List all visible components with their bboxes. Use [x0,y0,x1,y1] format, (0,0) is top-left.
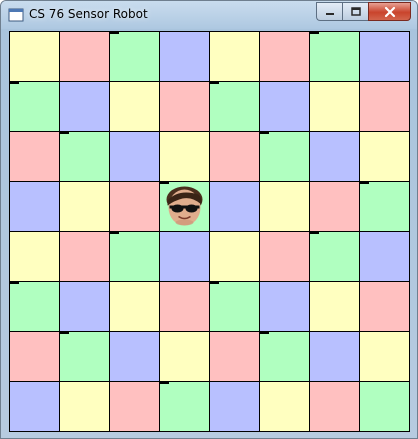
tile-r0-c4[interactable] [209,31,260,82]
tile-r1-c5[interactable] [259,81,310,132]
tile-r3-c5[interactable] [259,181,310,232]
tile-r7-c2[interactable] [109,381,160,432]
tile-r7-c5[interactable] [259,381,310,432]
tile-r5-c4[interactable] [209,281,260,332]
tile-r0-c1[interactable] [59,31,110,82]
tile-r4-c7[interactable] [359,231,410,282]
tile-r4-c0[interactable] [9,231,60,282]
tile-r7-c0[interactable] [9,381,60,432]
tile-r7-c1[interactable] [59,381,110,432]
close-button[interactable] [368,2,411,21]
tile-r3-c2[interactable] [109,181,160,232]
tile-r3-c4[interactable] [209,181,260,232]
tile-r4-c2[interactable] [109,231,160,282]
tile-r5-c7[interactable] [359,281,410,332]
tile-r0-c0[interactable] [9,31,60,82]
tile-r0-c7[interactable] [359,31,410,82]
tile-r5-c2[interactable] [109,281,160,332]
tile-r1-c4[interactable] [209,81,260,132]
cell-marker [110,231,119,234]
cell-marker [260,131,269,134]
cell-marker [10,281,19,284]
tile-r2-c6[interactable] [309,131,360,182]
cell-marker [310,31,319,34]
tile-r7-c7[interactable] [359,381,410,432]
tile-r6-c6[interactable] [309,331,360,382]
cell-marker [160,381,169,384]
minimize-button[interactable] [316,2,342,21]
tile-r4-c6[interactable] [309,231,360,282]
minimize-icon [325,12,334,15]
title-bar[interactable]: CS 76 Sensor Robot [1,1,417,29]
tile-r2-c3[interactable] [159,131,210,182]
tile-r2-c0[interactable] [9,131,60,182]
tile-r1-c1[interactable] [59,81,110,132]
tile-r6-c2[interactable] [109,331,160,382]
tile-r5-c5[interactable] [259,281,310,332]
cell-marker [60,131,69,134]
close-icon [384,6,395,17]
tile-r5-c0[interactable] [9,281,60,332]
tile-r4-c5[interactable] [259,231,310,282]
cell-marker [210,281,219,284]
tile-r5-c3[interactable] [159,281,210,332]
caption-buttons [316,2,411,21]
tile-r2-c4[interactable] [209,131,260,182]
tile-r1-c0[interactable] [9,81,60,132]
tile-r2-c7[interactable] [359,131,410,182]
tile-r2-c5[interactable] [259,131,310,182]
tile-r3-c0[interactable] [9,181,60,232]
cell-marker [60,331,69,334]
tile-r1-c2[interactable] [109,81,160,132]
tile-r6-c1[interactable] [59,331,110,382]
tile-r2-c2[interactable] [109,131,160,182]
tile-r7-c6[interactable] [309,381,360,432]
tile-r4-c4[interactable] [209,231,260,282]
cell-marker [360,181,369,184]
board-area [9,31,410,432]
app-window: CS 76 Sensor Robot [0,0,418,439]
cell-marker [260,331,269,334]
tile-r7-c3[interactable] [159,381,210,432]
cell-marker [210,81,219,84]
tile-r6-c0[interactable] [9,331,60,382]
tile-r6-c7[interactable] [359,331,410,382]
tile-r1-c6[interactable] [309,81,360,132]
tile-r0-c3[interactable] [159,31,210,82]
tile-r3-c6[interactable] [309,181,360,232]
tile-r5-c6[interactable] [309,281,360,332]
tile-r6-c5[interactable] [259,331,310,382]
maze-board [9,31,410,432]
tile-r5-c1[interactable] [59,281,110,332]
tile-r0-c2[interactable] [109,31,160,82]
application-window-icon[interactable] [8,7,24,23]
cell-marker [110,31,119,34]
cell-marker [160,181,169,184]
tile-r1-c3[interactable] [159,81,210,132]
cell-marker [10,81,19,84]
maximize-icon [350,6,361,16]
tile-r4-c3[interactable] [159,231,210,282]
window-title: CS 76 Sensor Robot [29,7,148,21]
tile-r6-c3[interactable] [159,331,210,382]
maximize-button[interactable] [342,2,368,21]
tile-r3-c7[interactable] [359,181,410,232]
tile-r1-c7[interactable] [359,81,410,132]
tile-r4-c1[interactable] [59,231,110,282]
tile-r0-c5[interactable] [259,31,310,82]
tile-r0-c6[interactable] [309,31,360,82]
tile-r2-c1[interactable] [59,131,110,182]
tile-r3-c1[interactable] [59,181,110,232]
cell-marker [310,231,319,234]
tile-r7-c4[interactable] [209,381,260,432]
tile-r6-c4[interactable] [209,331,260,382]
